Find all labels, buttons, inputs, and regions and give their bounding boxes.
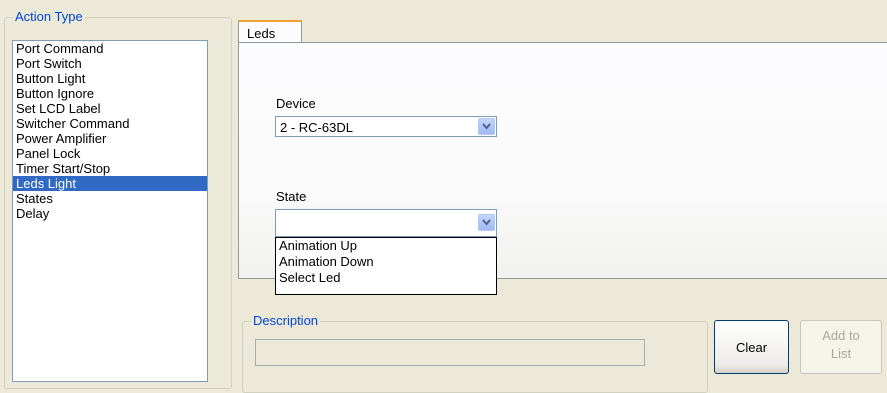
add-to-list-button-label: Add to List [822, 328, 860, 361]
action-type-group: Action Type Port Command Port Switch But… [4, 9, 232, 389]
description-field[interactable] [255, 339, 645, 366]
list-item-timer-start-stop[interactable]: Timer Start/Stop [13, 161, 207, 176]
state-dropdown-button[interactable] [478, 214, 495, 231]
option-select-led[interactable]: Select Led [276, 270, 496, 286]
list-item-switcher-command[interactable]: Switcher Command [13, 116, 207, 131]
state-dropdown-list: Animation Up Animation Down Select Led [275, 237, 497, 295]
tab-leds[interactable]: Leds [238, 20, 302, 44]
list-item-delay[interactable]: Delay [13, 206, 207, 221]
list-item-power-amplifier[interactable]: Power Amplifier [13, 131, 207, 146]
add-to-list-button[interactable]: Add to List [800, 320, 882, 374]
description-group: Description [242, 313, 708, 393]
option-animation-down[interactable]: Animation Down [276, 254, 496, 270]
list-item-leds-light[interactable]: Leds Light [13, 176, 207, 191]
list-item-button-light[interactable]: Button Light [13, 71, 207, 86]
device-combobox[interactable]: 2 - RC-63DL [275, 116, 497, 137]
device-label: Device [276, 96, 316, 111]
list-item-button-ignore[interactable]: Button Ignore [13, 86, 207, 101]
action-type-title: Action Type [13, 9, 85, 25]
action-type-list[interactable]: Port Command Port Switch Button Light Bu… [12, 40, 208, 382]
state-label: State [276, 189, 307, 204]
tab-leds-label: Leds [247, 26, 276, 41]
device-value: 2 - RC-63DL [280, 120, 353, 135]
list-item-port-command[interactable]: Port Command [13, 41, 207, 56]
list-item-panel-lock[interactable]: Panel Lock [13, 146, 207, 161]
description-title: Description [251, 313, 321, 329]
clear-button-label: Clear [735, 340, 768, 355]
state-combobox[interactable] [275, 209, 497, 237]
chevron-down-icon [482, 219, 491, 226]
list-item-states[interactable]: States [13, 191, 207, 206]
chevron-down-icon [482, 123, 491, 130]
list-item-port-switch[interactable]: Port Switch [13, 56, 207, 71]
device-dropdown-button[interactable] [478, 118, 495, 135]
clear-button[interactable]: Clear [714, 320, 789, 374]
option-animation-up[interactable]: Animation Up [276, 238, 496, 254]
list-item-set-lcd-label[interactable]: Set LCD Label [13, 101, 207, 116]
